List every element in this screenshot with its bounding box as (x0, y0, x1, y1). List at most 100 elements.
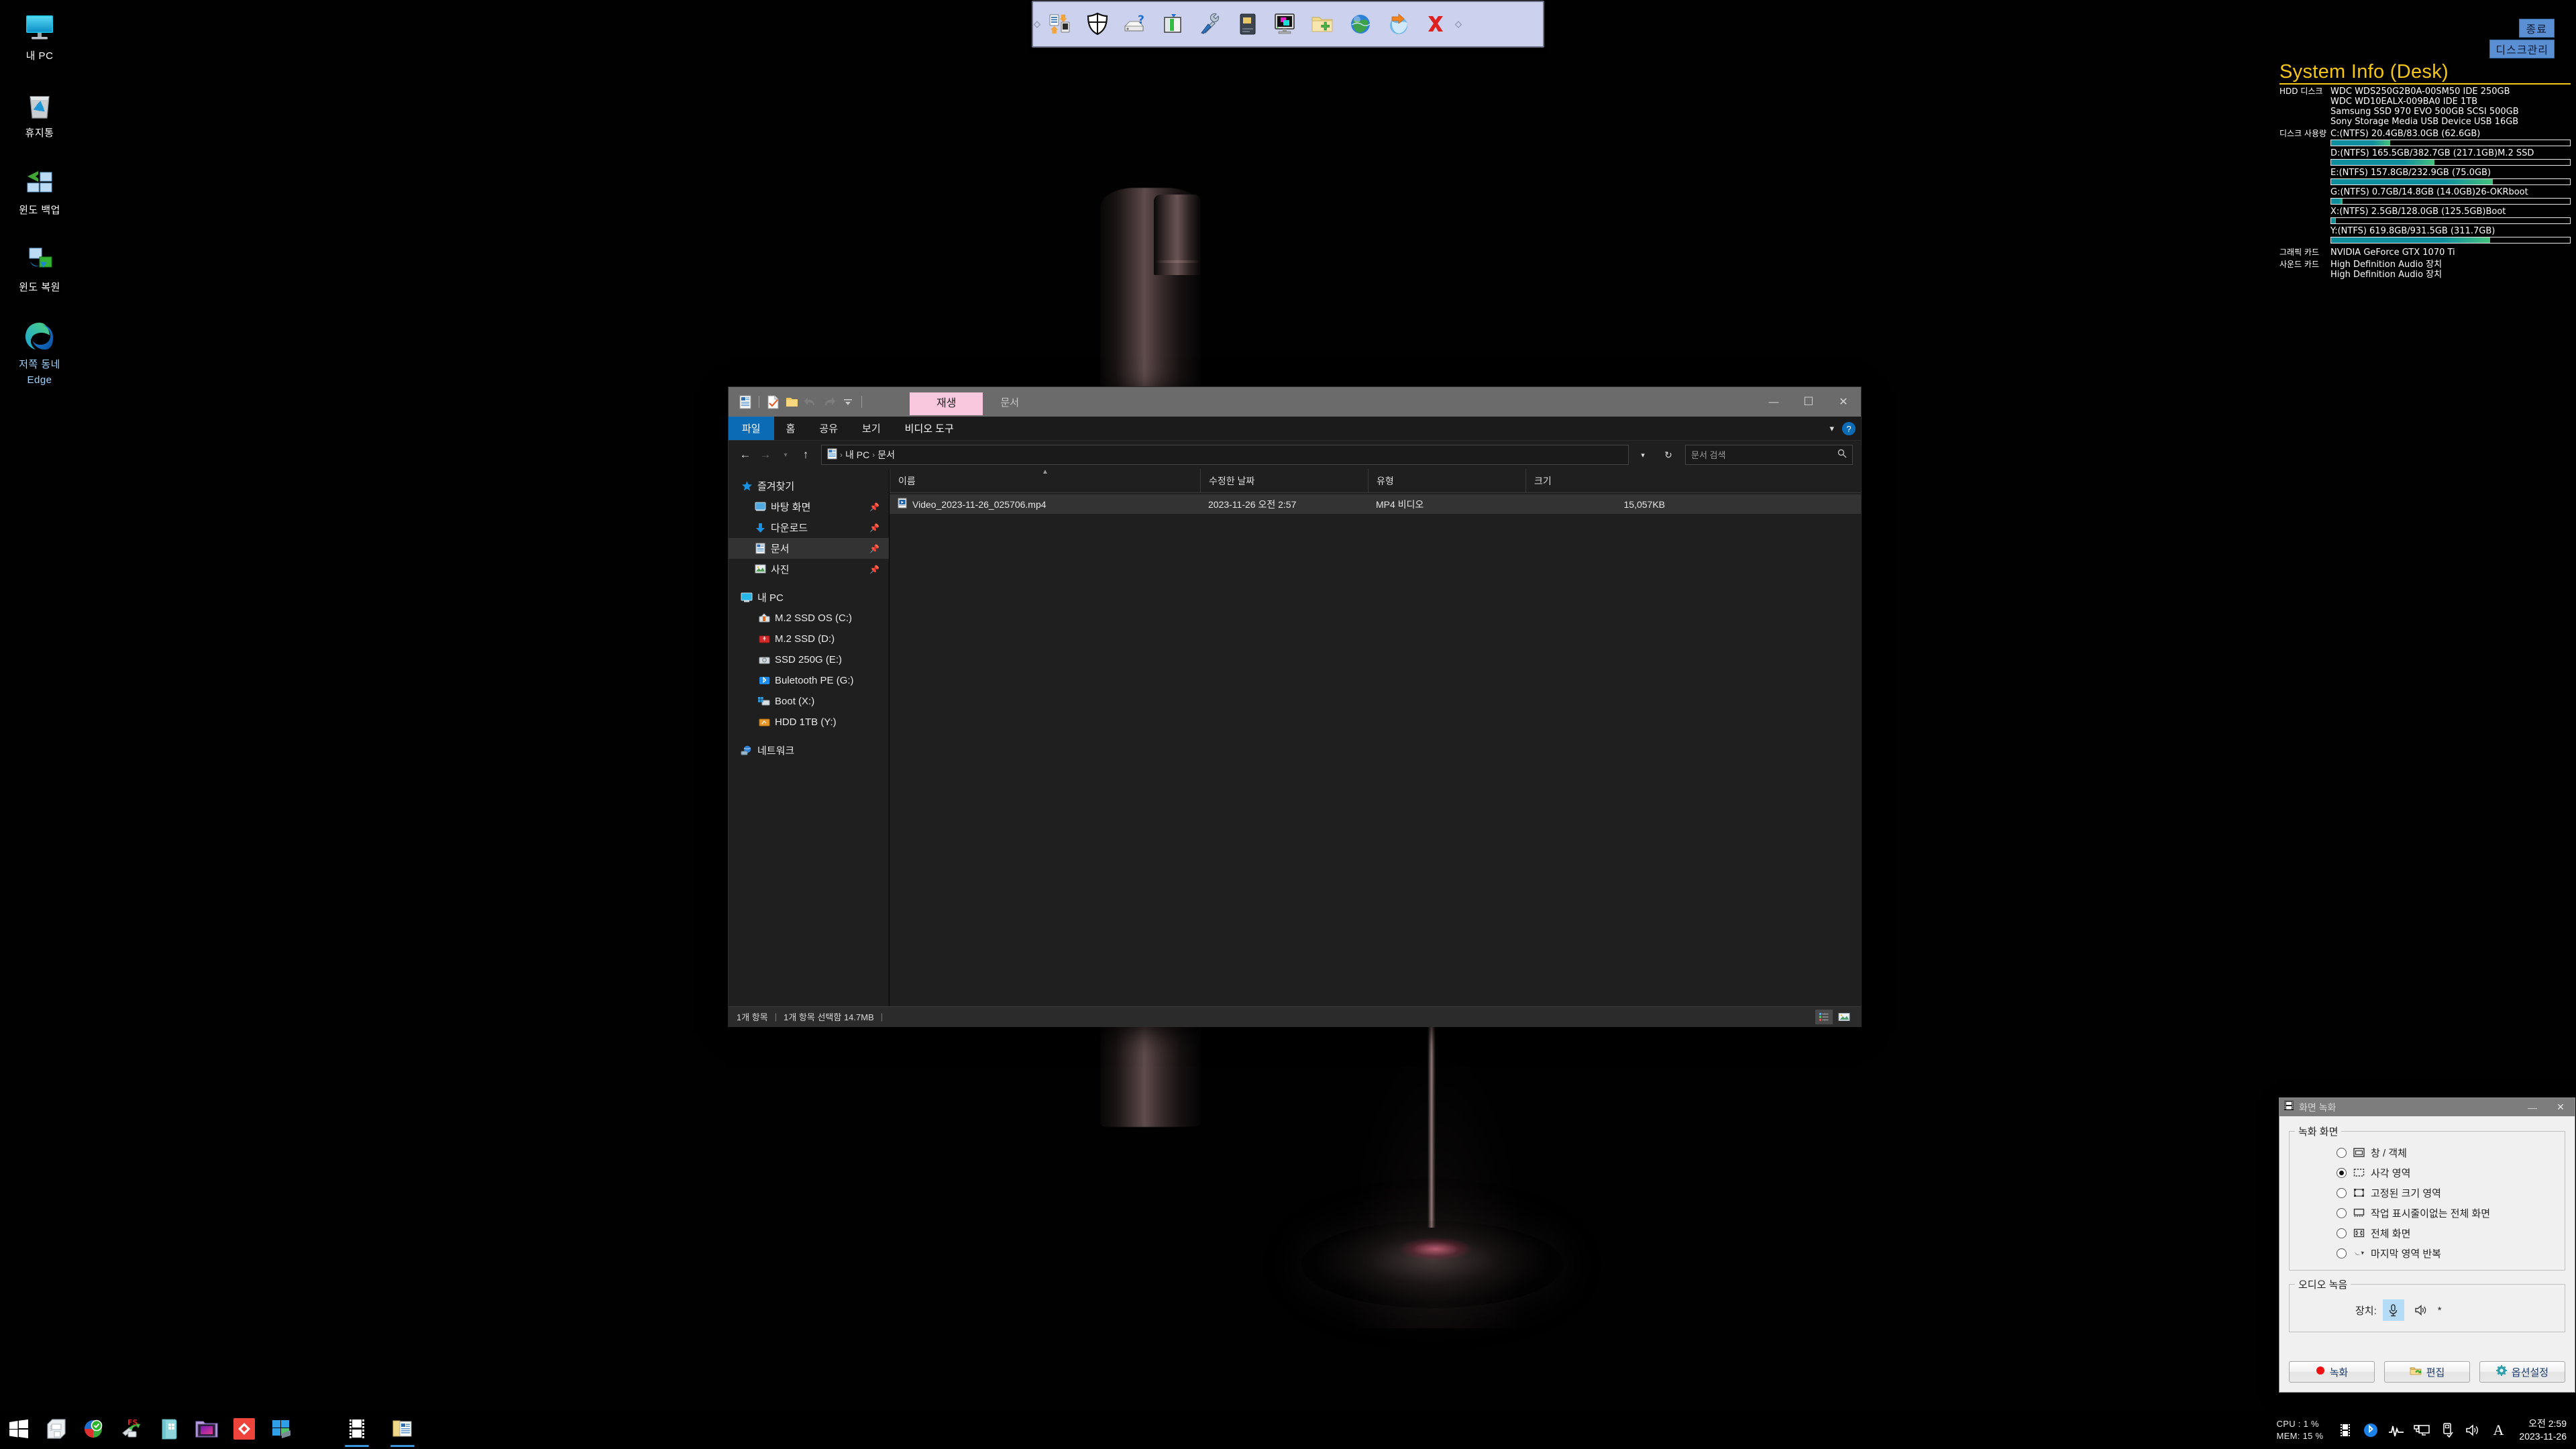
pin-icon[interactable]: 📌 (869, 523, 879, 533)
sidebar-item-pictures[interactable]: 사진 📌 (729, 559, 889, 580)
tab-share[interactable]: 공유 (807, 417, 850, 440)
column-header-type[interactable]: 유형 (1368, 469, 1525, 493)
tools-icon[interactable] (1191, 4, 1229, 44)
radio-button[interactable] (2337, 1228, 2347, 1238)
start-button[interactable] (0, 1411, 38, 1449)
taskbar-item-windows-tiles[interactable] (263, 1411, 301, 1449)
customize-qat-icon[interactable] (839, 393, 857, 411)
column-header-name[interactable]: ▲ 이름 (890, 469, 1200, 493)
taskbar-item-teal-book[interactable] (150, 1411, 188, 1449)
desktop-icon-recycle-bin[interactable]: 휴지통 (0, 87, 79, 140)
radio-fixed-size[interactable]: 고정된 크기 영역 (2295, 1183, 2559, 1203)
details-view-button[interactable] (1815, 1009, 1833, 1024)
toolbar-grip-left[interactable]: ◇ (1033, 2, 1041, 46)
radio-fullscreen-no-taskbar[interactable]: 작업 표시줄이없는 전체 화면 (2295, 1203, 2559, 1223)
column-header-size[interactable]: 크기 (1525, 469, 1673, 493)
radio-button[interactable] (2337, 1248, 2347, 1258)
sidebar-item-my-pc[interactable]: 내 PC (729, 587, 889, 608)
recent-locations-icon[interactable]: ▾ (777, 446, 794, 464)
radio-button[interactable] (2337, 1208, 2347, 1218)
tab-file[interactable]: 파일 (729, 417, 774, 440)
sidebar-item-network[interactable]: 네트워크 (729, 740, 889, 761)
search-input[interactable] (1691, 449, 1837, 460)
radio-button[interactable] (2337, 1147, 2347, 1158)
globe-icon[interactable] (1342, 4, 1379, 44)
column-header-date[interactable]: 수정한 날짜 (1200, 469, 1368, 493)
file-explorer-window[interactable]: 재생 문서 — ☐ ✕ 파일 홈 공유 보기 비디오 도구 ▾ ? ← → ▾ … (728, 386, 1862, 1027)
taskbar-item-media-folder[interactable] (188, 1411, 225, 1449)
options-button[interactable]: 옵션설정 (2479, 1361, 2565, 1383)
speaker-icon[interactable] (2410, 1299, 2432, 1321)
desktop-icon-windows-backup[interactable]: 윈도 백업 (0, 164, 79, 217)
desktop-icon-edge[interactable]: 저쪽 동네 Edge (0, 318, 79, 386)
disk-icon[interactable] (1229, 4, 1267, 44)
sidebar-item-drive-y[interactable]: HDD 1TB (Y:) (729, 712, 889, 733)
tray-usb-icon[interactable] (2436, 1417, 2459, 1444)
tab-video-tools[interactable]: 비디오 도구 (893, 417, 966, 440)
chevron-down-icon[interactable]: ▾ (1827, 423, 1837, 434)
breadcrumb-item-documents[interactable]: 문서 (877, 448, 895, 462)
floating-utility-toolbar[interactable]: ◇ ? ◇ (1032, 1, 1544, 48)
radio-button[interactable] (2337, 1187, 2347, 1198)
drive-help-icon[interactable]: ? (1116, 4, 1154, 44)
shield-icon[interactable] (1079, 4, 1116, 44)
sidebar-item-favorites[interactable]: 즐겨찾기 (729, 476, 889, 496)
sidebar-item-drive-c[interactable]: M.2 SSD OS (C:) (729, 608, 889, 629)
tray-network-icon[interactable] (2410, 1417, 2433, 1444)
microphone-icon[interactable] (2382, 1299, 2404, 1321)
tray-pulse-icon[interactable] (2385, 1417, 2408, 1444)
taskbar-item-anydesk[interactable] (225, 1411, 263, 1449)
clock[interactable]: 오전 2:59 2023-11-26 (2519, 1417, 2567, 1443)
back-button[interactable]: ← (737, 446, 754, 464)
up-button[interactable]: ↑ (797, 446, 814, 464)
contextual-tab-play[interactable]: 재생 (910, 392, 983, 415)
record-button[interactable]: 녹화 (2289, 1361, 2375, 1383)
disk-manage-button[interactable]: 디스크관리 (2489, 40, 2555, 58)
pin-icon[interactable]: 📌 (869, 502, 879, 512)
sidebar-item-drive-e[interactable]: SSD 250G (E:) (729, 649, 889, 670)
edit-button[interactable]: 편집 (2384, 1361, 2470, 1383)
toolbar-grip-right[interactable]: ◇ (1454, 2, 1462, 46)
large-icons-view-button[interactable] (1835, 1010, 1853, 1024)
desktop-icon-windows-restore[interactable]: 윈도 복원 (0, 241, 79, 294)
sidebar-item-desktop[interactable]: 바탕 화면 📌 (729, 496, 889, 517)
properties-icon[interactable] (737, 393, 754, 411)
refresh-icon[interactable]: ↻ (1657, 445, 1680, 465)
forward-button[interactable]: → (757, 446, 774, 464)
folder-add-icon[interactable] (1304, 4, 1342, 44)
taskbar-item-floppy[interactable] (38, 1411, 75, 1449)
recorder-title-bar[interactable]: 화면 녹화 — ✕ (2279, 1098, 2575, 1116)
exit-button[interactable]: 종료 (2518, 19, 2555, 38)
redo-icon[interactable] (820, 393, 838, 411)
transfer-icon[interactable] (1041, 4, 1079, 44)
globe-arrow-icon[interactable] (1379, 4, 1417, 44)
pin-icon[interactable]: 📌 (869, 565, 879, 574)
undo-icon[interactable] (802, 393, 819, 411)
desktop-icon-my-pc[interactable]: 내 PC (0, 9, 79, 62)
sidebar-item-drive-d[interactable]: M.2 SSD (D:) (729, 629, 889, 649)
minimize-button[interactable]: — (1756, 387, 1791, 417)
taskbar-item-fastcopy[interactable]: FS (113, 1411, 150, 1449)
tray-bluetooth-icon[interactable] (2359, 1417, 2382, 1444)
screen-recorder-dialog[interactable]: 화면 녹화 — ✕ 녹화 화면 창 / 객체 사각 영역 고정된 크기 영역 작… (2279, 1097, 2575, 1393)
tab-home[interactable]: 홈 (774, 417, 808, 440)
sidebar-item-drive-x[interactable]: Boot (X:) (729, 691, 889, 712)
sidebar-item-drive-g[interactable]: Buletooth PE (G:) (729, 670, 889, 691)
recorder-minimize-button[interactable]: — (2518, 1098, 2546, 1116)
table-row[interactable]: Video_2023-11-26_025706.mp4 2023-11-26 오… (890, 494, 1861, 514)
breadcrumb-dropdown-icon[interactable]: ▾ (1631, 445, 1654, 465)
radio-window-object[interactable]: 창 / 객체 (2295, 1142, 2559, 1163)
taskbar-item-screen-recorder[interactable] (338, 1411, 376, 1449)
sidebar-item-downloads[interactable]: 다운로드 📌 (729, 517, 889, 538)
tray-volume-icon[interactable] (2461, 1417, 2484, 1444)
search-box[interactable] (1685, 445, 1853, 465)
close-button[interactable]: ✕ (1826, 387, 1861, 417)
breadcrumb-item-my-pc[interactable]: 내 PC (845, 448, 869, 462)
new-item-icon[interactable] (764, 393, 782, 411)
partition-icon[interactable] (1154, 4, 1191, 44)
tray-ime-icon[interactable]: A (2487, 1417, 2510, 1444)
new-folder-icon[interactable] (783, 393, 800, 411)
recorder-close-button[interactable]: ✕ (2546, 1098, 2575, 1116)
close-x-icon[interactable] (1417, 4, 1454, 44)
breadcrumb[interactable]: › 내 PC › 문서 (821, 445, 1629, 465)
